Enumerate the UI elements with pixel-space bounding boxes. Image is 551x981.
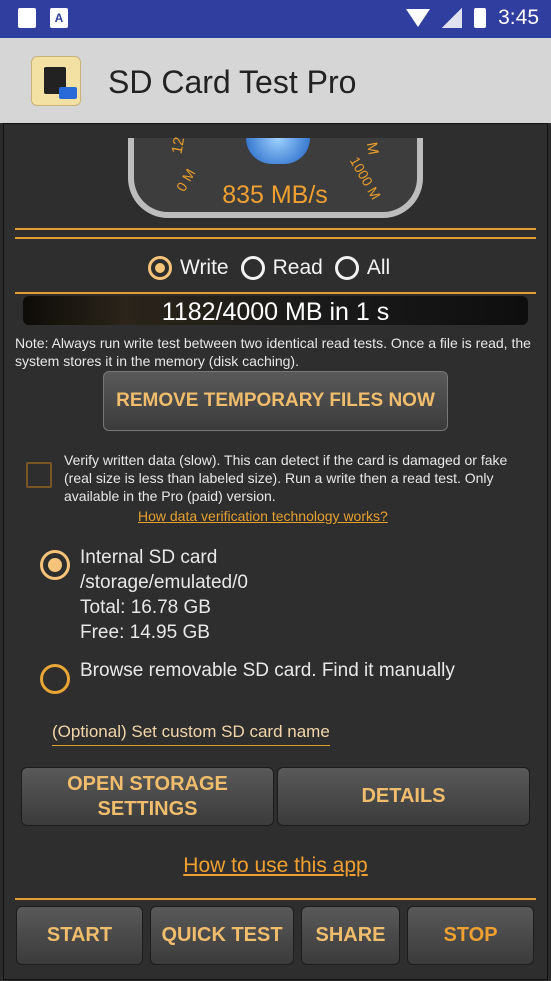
caching-note: Note: Always run write test between two … [15,335,531,369]
verification-info-link[interactable]: How data verification technology works? [138,508,388,524]
custom-card-name-link[interactable]: (Optional) Set custom SD card name [52,722,330,746]
divider [15,228,536,230]
test-mode-group: Write Read All [148,256,402,280]
app-bar: SD Card Test Pro [0,38,551,123]
verify-description: Verify written data (slow). This can det… [64,452,508,504]
remove-temp-files-button[interactable]: REMOVE TEMPORARY FILES NOW [103,371,448,431]
progress-bar: 1182/4000 MB in 1 s [23,296,528,326]
speed-readout: 835 MB/s [222,181,328,209]
removable-storage-label[interactable]: Browse removable SD card. Find it manual… [80,658,455,683]
status-bar: A 3:45 [0,0,551,38]
radio-all[interactable] [334,256,359,280]
battery-charging-icon [474,8,487,28]
app-logo-icon [31,56,81,106]
divider [15,898,536,900]
verify-checkbox[interactable] [26,462,52,488]
start-button[interactable]: START [16,906,143,965]
radio-write-label[interactable]: Write [180,256,229,280]
how-to-use-link[interactable]: How to use this app [0,854,551,878]
app-title: SD Card Test Pro [108,64,357,100]
internal-storage-title[interactable]: Internal SD card [80,545,217,570]
share-button[interactable]: SHARE [301,906,400,965]
quick-test-button[interactable]: QUICK TEST [150,906,294,965]
no-signal-icon [442,8,463,28]
radio-read-label[interactable]: Read [273,256,323,280]
open-storage-settings-button[interactable]: OPEN STORAGE SETTINGS [21,767,274,826]
gauge-tick-label: 12 [168,135,189,156]
internal-storage-free: Free: 14.95 GB [80,622,210,643]
radio-all-label[interactable]: All [367,256,390,280]
internal-storage-total: Total: 16.78 GB [80,597,211,618]
radio-read[interactable] [240,256,265,280]
status-time: 3:45 [498,6,539,29]
stop-button[interactable]: STOP [407,906,534,965]
radio-removable-storage[interactable] [40,664,70,694]
sd-card-icon [18,8,36,28]
details-button[interactable]: DETAILS [277,767,530,826]
internal-storage-path: /storage/emulated/0 [80,572,248,593]
divider [15,237,536,239]
radio-write[interactable] [148,256,172,280]
wifi-icon [406,9,431,27]
divider [15,292,536,294]
text-a-icon: A [50,8,68,28]
radio-internal-storage[interactable] [40,550,70,580]
